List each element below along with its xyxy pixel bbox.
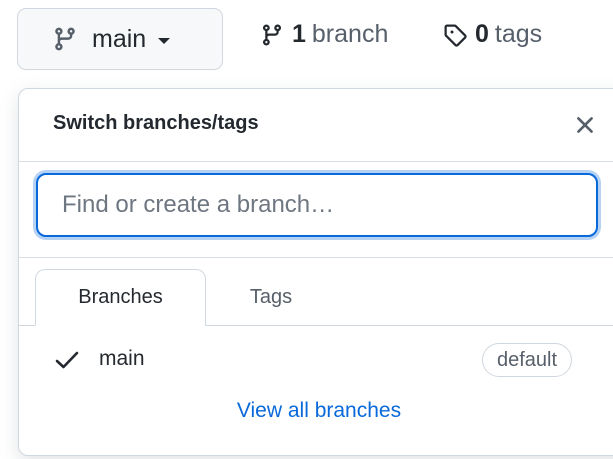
triangle-down-icon [158,37,171,44]
tag-count-label: tags [494,20,543,48]
view-all-branches-link[interactable]: View all branches [19,399,613,423]
branch-filter-input[interactable] [36,173,598,237]
branch-switcher-popover: Switch branches/tags Branches Tags main … [18,88,613,456]
close-icon [577,117,593,133]
repo-toolbar: main 1 branch 0 tags [0,0,613,86]
branch-count-label: branch [311,20,389,48]
popover-header: Switch branches/tags [19,89,613,162]
check-icon [55,350,79,370]
tag-icon [443,23,467,47]
tag-count: 0 [475,20,489,48]
git-branch-icon [52,26,78,52]
branch-name: main [99,347,145,370]
tab-tags[interactable]: Tags [207,269,335,325]
filter-section [19,161,613,258]
branch-list-item[interactable]: main default [19,325,613,391]
default-badge: default [482,343,573,377]
tab-branches[interactable]: Branches [35,269,206,326]
current-branch-label: main [92,24,147,53]
branch-count: 1 [292,20,306,48]
tags-count-link[interactable]: 0 tags [443,20,542,49]
close-button[interactable] [571,111,599,139]
branch-select-button[interactable]: main [17,8,223,70]
tabs-bar: Branches Tags [19,269,613,326]
branches-count-link[interactable]: 1 branch [260,20,388,49]
popover-title: Switch branches/tags [53,112,259,134]
git-branch-icon [260,23,284,47]
